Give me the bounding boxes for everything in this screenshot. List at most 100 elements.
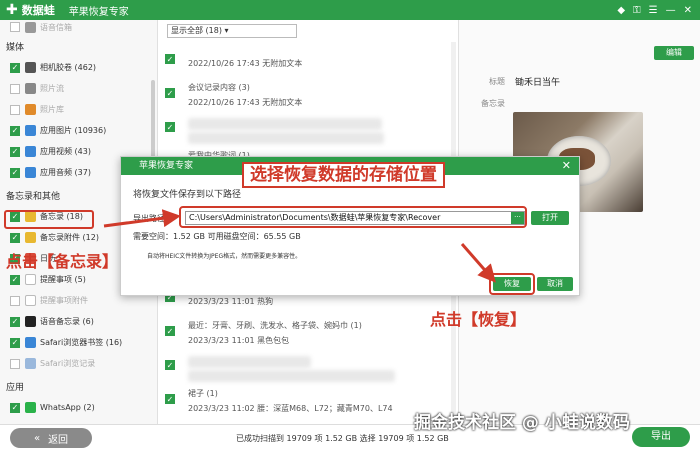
memo-highlight-box — [4, 210, 94, 229]
note-date: 2023/3/23 11:02 腰：深蓝M68、L72；藏青M70、L74 — [188, 404, 393, 413]
back-button[interactable]: « 返回 — [10, 428, 92, 448]
sidebar-item[interactable]: ✓ 应用图片 (10936) — [0, 120, 157, 141]
whatsapp-icon — [25, 402, 36, 413]
sidebar-item[interactable]: ✓ WhatsApp (2) — [0, 397, 157, 418]
safari-history-icon — [25, 358, 36, 369]
scan-status: 已成功扫描到 19709 项 1.52 GB 选择 19709 项 1.52 G… — [236, 434, 449, 443]
logo-plus-icon: ✚ — [6, 2, 18, 18]
sidebar-item[interactable]: 照片库 — [0, 99, 157, 120]
list-item[interactable]: ✓ 最近：牙膏、牙刷、洗发水、格子袋、婉妈巾 (1) 2023/3/23 11:01… — [160, 316, 450, 350]
checkbox[interactable] — [10, 104, 20, 115]
sidebar-item-label: 语音信箱 — [40, 22, 72, 32]
sidebar-item-label: WhatsApp (2) — [40, 403, 95, 412]
reminder-attach-icon — [25, 295, 36, 306]
sidebar-item-label: 照片库 — [40, 105, 64, 114]
blurred-content — [188, 132, 384, 144]
list-item[interactable]: ✓ — [160, 350, 450, 384]
click-recover-note: 点击【恢复】 — [430, 310, 527, 329]
list-item[interactable]: ✓ 会议记录内容 (3) 2022/10/26 17:43 无附加文本 — [160, 78, 450, 112]
sidebar-item[interactable]: ✓ Safari浏览器书签 (16) — [0, 332, 157, 353]
key-icon[interactable]: ⚿ — [633, 5, 641, 16]
checkbox[interactable] — [10, 83, 20, 94]
minimize-icon[interactable]: — — [666, 5, 676, 16]
blurred-content — [188, 356, 311, 368]
camera-icon — [25, 62, 36, 73]
safari-icon — [25, 337, 36, 348]
app-title: 苹果恢复专家 — [68, 6, 129, 18]
callout-save-location: 选择恢复数据的存储位置 — [242, 162, 445, 188]
save-path-label: 将恢复文件保存到以下路径 — [133, 190, 242, 200]
title-label: 标题 — [489, 77, 505, 86]
checkbox-checked[interactable]: ✓ — [10, 316, 20, 327]
sidebar-section-title: 媒体 — [6, 43, 25, 53]
checkbox[interactable] — [10, 358, 20, 369]
photolib-icon — [25, 104, 36, 115]
blurred-content — [188, 370, 395, 382]
sidebar-item[interactable]: 照片流 — [0, 78, 157, 99]
note-date: 2022/10/26 17:43 无附加文本 — [188, 98, 303, 107]
open-button[interactable]: 打开 — [531, 211, 569, 225]
sidebar-item-label: 应用音频 (37) — [40, 168, 91, 177]
sidebar-item-voicemail[interactable]: 语音信箱 — [0, 20, 157, 34]
checkbox-checked[interactable]: ✓ — [10, 232, 20, 243]
sidebar-item[interactable]: Safari浏览记录 — [0, 353, 157, 374]
attachment-label: 备忘录 — [481, 99, 505, 108]
checkbox[interactable] — [10, 295, 20, 306]
checkbox-checked[interactable]: ✓ — [10, 167, 20, 178]
app-photo-icon — [25, 125, 36, 136]
filter-dropdown[interactable]: 显示全部 (18) ▾ — [167, 24, 297, 38]
list-item[interactable]: ✓ — [160, 112, 450, 146]
list-item[interactable]: ✓ 2022/10/26 17:43 无附加文本 — [160, 44, 450, 78]
export-button[interactable]: 导出 — [632, 427, 690, 447]
export-path-label: 导出路径： — [133, 214, 173, 223]
checkbox-checked[interactable]: ✓ — [10, 146, 20, 157]
sidebar-item[interactable]: ✓ 语音备忘录 (6) — [0, 311, 157, 332]
sidebar-item-label: 备忘录附件 (12) — [40, 233, 99, 242]
back-arrow-icon: « — [33, 432, 41, 444]
sidebar-item-label: 语音备忘录 (6) — [40, 317, 94, 326]
note-title: 最近：牙膏、牙刷、洗发水、格子袋、婉妈巾 (1) — [188, 321, 362, 330]
dialog-close-icon[interactable]: ✕ — [562, 157, 571, 175]
cancel-button[interactable]: 取消 — [537, 277, 573, 291]
note-date: 2022/10/26 17:43 无附加文本 — [188, 59, 303, 68]
checkbox-checked[interactable]: ✓ — [10, 337, 20, 348]
sidebar-item-label: Safari浏览器书签 (16) — [40, 338, 123, 347]
voice-memo-icon — [25, 316, 36, 327]
checkbox-checked[interactable]: ✓ — [165, 394, 175, 404]
checkbox-checked[interactable]: ✓ — [165, 122, 175, 132]
brand-name: 数据蛙 — [21, 4, 55, 17]
note-title: 裙子 (1) — [188, 389, 218, 398]
note-date: 2023/3/23 11:01 热狗 — [188, 297, 274, 306]
checkbox-checked[interactable]: ✓ — [165, 54, 175, 64]
checkbox-checked[interactable]: ✓ — [10, 274, 20, 285]
diamond-icon[interactable]: ◆ — [617, 5, 625, 16]
sidebar-item-label: 相机胶卷 (462) — [40, 63, 97, 72]
checkbox-checked[interactable]: ✓ — [10, 62, 20, 73]
sidebar-item-label: Safari浏览记录 — [40, 359, 96, 368]
sidebar-item-label: 提醒事项 (5) — [40, 275, 86, 284]
sidebar-item[interactable]: ✓ 相机胶卷 (462) — [0, 57, 157, 78]
list-item[interactable]: ✓ 裙子 (1) 2023/3/23 11:02 腰：深蓝M68、L72；藏青M70… — [160, 384, 450, 418]
checkbox-checked[interactable]: ✓ — [10, 125, 20, 136]
title-bar: ✚ 数据蛙 苹果恢复专家 ◆ ⚿ ☰ — ✕ — [0, 0, 700, 20]
checkbox-checked[interactable]: ✓ — [165, 326, 175, 336]
sidebar-item-label: 照片流 — [40, 84, 64, 93]
checkbox[interactable] — [10, 22, 20, 32]
sidebar-item-label: 提醒事项附件 — [40, 296, 88, 305]
edit-button[interactable]: 编辑 — [654, 46, 694, 60]
note-date: 2023/3/23 11:01 黑色包包 — [188, 336, 290, 345]
checkbox-checked[interactable]: ✓ — [165, 360, 175, 370]
note-title: 会议记录内容 (3) — [188, 83, 250, 92]
recover-highlight-box — [489, 273, 535, 295]
app-video-icon — [25, 146, 36, 157]
window-controls: ◆ ⚿ ☰ — ✕ — [617, 5, 700, 16]
sidebar-section-title: 应用 — [6, 383, 25, 393]
checkbox-checked[interactable]: ✓ — [165, 88, 175, 98]
close-icon[interactable]: ✕ — [684, 5, 692, 16]
menu-icon[interactable]: ☰ — [649, 5, 658, 16]
photostream-icon — [25, 83, 36, 94]
click-memo-note: 点击【备忘录】 — [6, 252, 119, 271]
dialog-title: 苹果恢复专家 — [139, 161, 194, 171]
title-value: 锄禾日当午 — [515, 78, 561, 88]
checkbox-checked[interactable]: ✓ — [10, 402, 20, 413]
